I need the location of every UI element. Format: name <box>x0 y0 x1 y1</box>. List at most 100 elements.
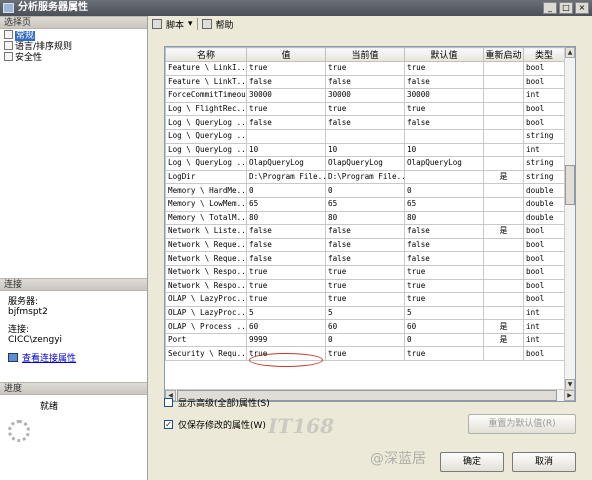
page-item-collation[interactable]: 语言/排序规则 <box>4 41 72 52</box>
script-dropdown-arrow-icon[interactable]: ▾ <box>188 19 193 29</box>
cell-current-value: D:\Program File... <box>325 169 405 185</box>
cell-type: bool <box>523 346 565 362</box>
property-row[interactable]: Memory \ LowMem... 65 65 65 double <box>165 196 565 212</box>
property-row[interactable]: Network \ Respo... true true true bool <box>165 278 565 294</box>
cell-value[interactable]: 10 <box>246 142 326 158</box>
cell-default-value: 0 <box>404 332 484 348</box>
show-modified-checkbox[interactable]: ✓ <box>164 419 173 429</box>
window-controls: _ □ × <box>543 2 589 14</box>
cell-default-value: false <box>404 237 484 253</box>
cell-value[interactable]: 5 <box>246 305 326 321</box>
column-header-name[interactable]: 名称 <box>165 47 247 62</box>
vertical-scrollbar[interactable]: ▲ ▼ <box>564 47 575 390</box>
property-row[interactable]: Feature \ LinkI... true true true bool <box>165 61 565 76</box>
property-row[interactable]: OLAP \ LazyProc... true true true bool <box>165 292 565 307</box>
cell-restart <box>483 115 524 130</box>
cell-restart <box>483 183 524 198</box>
cell-current-value: true <box>325 278 405 294</box>
cell-value[interactable]: 30000 <box>246 88 326 103</box>
cell-default-value <box>404 128 484 144</box>
property-row[interactable]: LogDir D:\Program File... D:\Program File.… <box>165 169 565 185</box>
cell-value[interactable]: false <box>246 115 326 130</box>
property-row[interactable]: ForceCommitTimeout 30000 30000 30000 int <box>165 88 565 103</box>
column-header-type[interactable]: 类型 <box>523 47 565 62</box>
property-row[interactable]: Log \ QueryLog ... OlapQueryLog OlapQueryL… <box>165 156 565 171</box>
script-button[interactable]: 脚本 <box>166 18 184 31</box>
column-header-default[interactable]: 默认值 <box>404 47 484 62</box>
vertical-scroll-thumb[interactable] <box>565 165 575 205</box>
cell-value[interactable]: D:\Program File... <box>246 169 326 185</box>
cell-value[interactable]: 80 <box>246 210 326 226</box>
cell-current-value: true <box>325 346 405 362</box>
property-row[interactable]: OLAP \ LazyProc... 5 5 5 int <box>165 305 565 321</box>
property-row[interactable]: OLAP \ Process ... 60 60 60 是 int <box>165 319 565 334</box>
cell-value[interactable]: false <box>246 224 326 239</box>
show-modified-label: 仅保存修改的属性(W) <box>178 420 266 431</box>
view-connection-properties[interactable]: 查看连接属性 <box>8 353 76 364</box>
property-row[interactable]: Memory \ HardMe... 0 0 0 double <box>165 183 565 198</box>
scroll-up-icon[interactable]: ▲ <box>565 47 575 58</box>
cell-value[interactable]: false <box>246 251 326 266</box>
property-row[interactable]: Log \ QueryLog ... 10 10 10 int <box>165 142 565 158</box>
property-row[interactable]: Log \ QueryLog ... false false false bool <box>165 115 565 130</box>
property-row[interactable]: Memory \ TotalM... 80 80 80 double <box>165 210 565 226</box>
toolbar-separator <box>196 18 198 30</box>
minimize-button[interactable]: _ <box>543 2 557 14</box>
property-row[interactable]: Port 9999 0 0 是 int <box>165 332 565 348</box>
cell-restart: 是 <box>483 224 524 239</box>
cell-type: int <box>523 332 565 348</box>
cell-current-value: false <box>325 115 405 130</box>
scroll-right-icon[interactable]: ▶ <box>564 390 575 401</box>
property-row[interactable]: Network \ Liste... false false false 是 bool <box>165 224 565 239</box>
cell-value[interactable]: false <box>246 74 326 90</box>
page-item-label: 安全性 <box>15 53 43 63</box>
cell-default-value: false <box>404 224 484 239</box>
toolbar: 脚本 ▾ 帮助 <box>148 16 592 32</box>
property-row[interactable]: Log \ QueryLog ... string <box>165 128 565 144</box>
page-item-security[interactable]: 安全性 <box>4 52 42 63</box>
column-header-value[interactable]: 值 <box>246 47 326 62</box>
column-header-current[interactable]: 当前值 <box>325 47 405 62</box>
cell-current-value: 65 <box>325 196 405 212</box>
property-row[interactable]: Log \ FlightRec... true true true bool <box>165 101 565 117</box>
column-header-restart[interactable]: 重新启动 <box>483 47 524 62</box>
cell-name: OLAP \ Process ... <box>165 319 247 334</box>
cell-name: Feature \ LinkI... <box>165 61 247 76</box>
page-item-general[interactable]: 常规 <box>4 30 36 41</box>
cell-value[interactable]: OlapQueryLog <box>246 156 326 171</box>
cell-value[interactable] <box>246 128 326 144</box>
view-connection-link[interactable]: 查看连接属性 <box>22 354 76 364</box>
cell-value[interactable]: 65 <box>246 196 326 212</box>
cell-default-value: false <box>404 251 484 266</box>
ok-button[interactable]: 确定 <box>440 452 504 472</box>
cell-value[interactable]: true <box>246 264 326 280</box>
cell-name: Log \ FlightRec... <box>165 101 247 117</box>
property-row[interactable]: Network \ Reque... false false false bool <box>165 251 565 266</box>
cell-name: ForceCommitTimeout <box>165 88 247 103</box>
property-row[interactable]: Network \ Reque... false false false bool <box>165 237 565 253</box>
cell-default-value: true <box>404 101 484 117</box>
cell-value[interactable]: false <box>246 237 326 253</box>
properties-grid[interactable]: 名称 值 当前值 默认值 重新启动 类型 Feature \ LinkI... t… <box>164 46 576 402</box>
show-advanced-checkbox[interactable] <box>164 397 173 407</box>
cell-value[interactable]: true <box>246 292 326 307</box>
cell-value[interactable]: true <box>246 278 326 294</box>
cell-value[interactable]: 60 <box>246 319 326 334</box>
reset-default-button[interactable]: 重置为默认值(R) <box>468 414 576 434</box>
close-button[interactable]: × <box>575 2 589 14</box>
property-row[interactable]: Security \ Requ... true true true bool <box>165 346 565 362</box>
server-label: 服务器: <box>8 297 39 307</box>
cell-restart <box>483 196 524 212</box>
cell-value[interactable]: true <box>246 61 326 76</box>
cancel-button[interactable]: 取消 <box>512 452 576 472</box>
cell-value[interactable]: 0 <box>246 183 326 198</box>
cell-current-value: true <box>325 264 405 280</box>
show-advanced-option[interactable]: 显示高级(全部)属性(S) <box>164 396 270 409</box>
help-button[interactable]: 帮助 <box>216 18 234 31</box>
maximize-button[interactable]: □ <box>559 2 573 14</box>
property-row[interactable]: Network \ Respo... true true true bool <box>165 264 565 280</box>
cell-value[interactable]: 9999 <box>246 332 326 348</box>
cell-value[interactable]: true <box>246 101 326 117</box>
property-row[interactable]: Feature \ LinkT... false false false bool <box>165 74 565 90</box>
show-modified-option[interactable]: ✓ 仅保存修改的属性(W) <box>164 418 266 431</box>
